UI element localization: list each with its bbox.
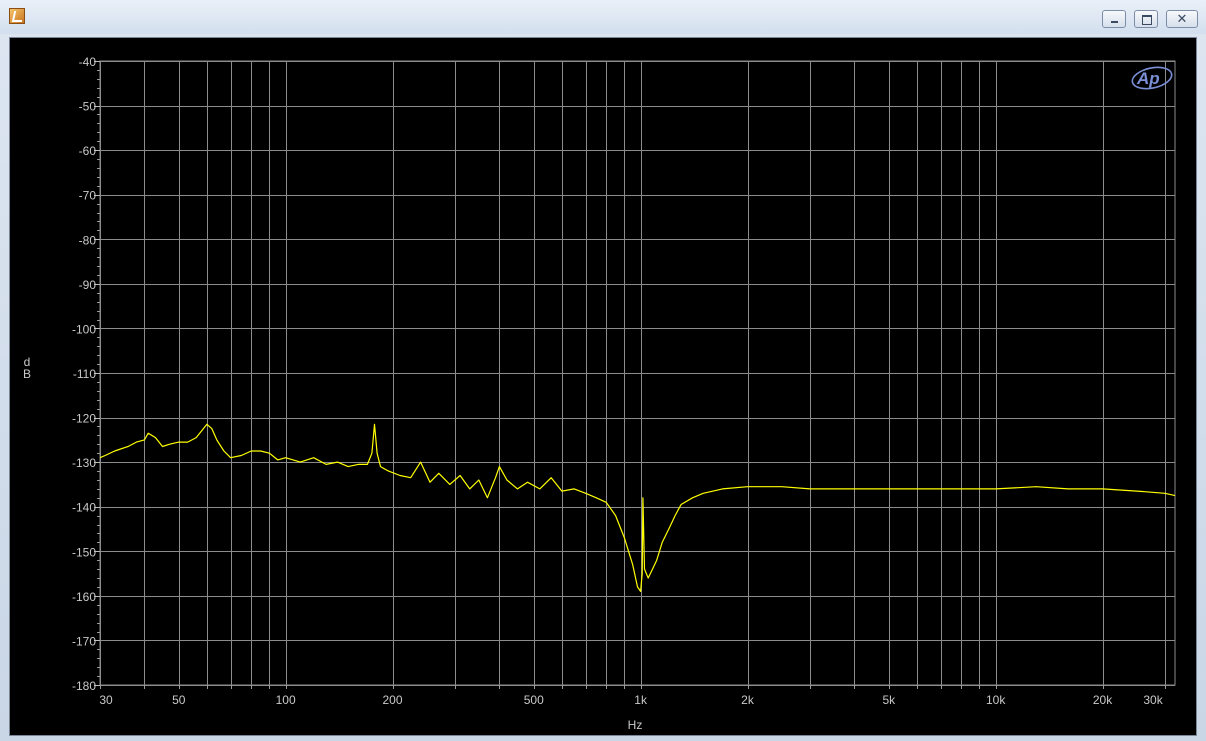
x-tick-label: 2k <box>741 693 755 707</box>
y-tick-label: -50 <box>79 100 97 114</box>
x-tick-label: 1k <box>634 693 648 707</box>
x-axis-label: Hz <box>627 718 643 732</box>
y-tick-label: -40 <box>79 55 97 69</box>
y-tick-label: -160 <box>72 590 96 604</box>
y-tick-label: -80 <box>79 233 97 247</box>
x-tick-label: 5k <box>882 693 896 707</box>
spectrum-chart: -40 -50 -60 -70 -80 -90 -100 -110 -120 -130 -140 -1… <box>72 55 1176 707</box>
x-tick-label: 30 <box>99 693 113 707</box>
ap-logo-text: Ap <box>1136 69 1160 88</box>
y-tick-label: -100 <box>72 322 96 336</box>
x-tick-label: 20k <box>1093 693 1113 707</box>
ap-logo: Ap <box>1131 66 1173 90</box>
y-axis-label: dB <box>22 356 32 380</box>
x-tick-label: 10k <box>986 693 1006 707</box>
y-tick-label: -70 <box>79 189 97 203</box>
y-tick-label: -140 <box>72 501 96 515</box>
y-tick-label: -180 <box>72 679 96 693</box>
y-tick-label: -120 <box>72 412 96 426</box>
y-tick-label: -110 <box>73 367 96 381</box>
x-tick-label: 50 <box>172 693 186 707</box>
app-window: ✕ -40 -50 -60 -70 -80 -90 -100 -110 -120 -130 -140… <box>0 0 1206 741</box>
y-tick-label: -150 <box>72 545 96 559</box>
x-tick-label: 200 <box>382 693 402 707</box>
y-tick-label: -170 <box>72 634 96 648</box>
y-tick-label: -90 <box>79 278 97 292</box>
y-axis-label-char: B <box>22 367 31 381</box>
y-tick-label: -130 <box>72 456 96 470</box>
x-tick-label: 500 <box>524 693 544 707</box>
y-tick-label: -60 <box>79 144 97 158</box>
x-tick-label: 100 <box>276 693 296 707</box>
x-tick-label: 30k <box>1143 693 1163 707</box>
